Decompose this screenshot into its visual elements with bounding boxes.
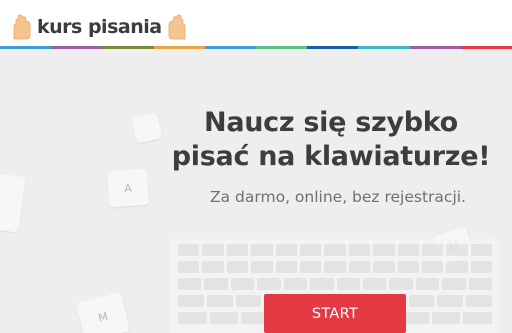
headline-line: pisać na klawiaturze!: [171, 141, 491, 172]
right-hand-icon: [168, 14, 185, 40]
headline-line: Naucz się szybko: [204, 107, 458, 138]
header: kurs pisania: [0, 0, 512, 48]
floating-key-label: A: [123, 181, 133, 195]
floating-key-blank: [0, 173, 26, 233]
hero-section: A U M Naucz się szybko pisać na klawiatu…: [0, 49, 512, 333]
start-button[interactable]: START: [264, 294, 406, 333]
logo[interactable]: kurs pisania: [8, 12, 191, 42]
page-title: Naucz się szybko pisać na klawiaturze!: [150, 106, 512, 174]
floating-key-label: M: [96, 309, 110, 325]
floating-key-a: A: [106, 168, 150, 208]
left-hand-icon: [13, 14, 31, 40]
logo-text: kurs pisania: [37, 16, 162, 38]
floating-key-m: M: [75, 292, 131, 333]
subtitle: Za darmo, online, bez rejestracji.: [210, 188, 466, 206]
